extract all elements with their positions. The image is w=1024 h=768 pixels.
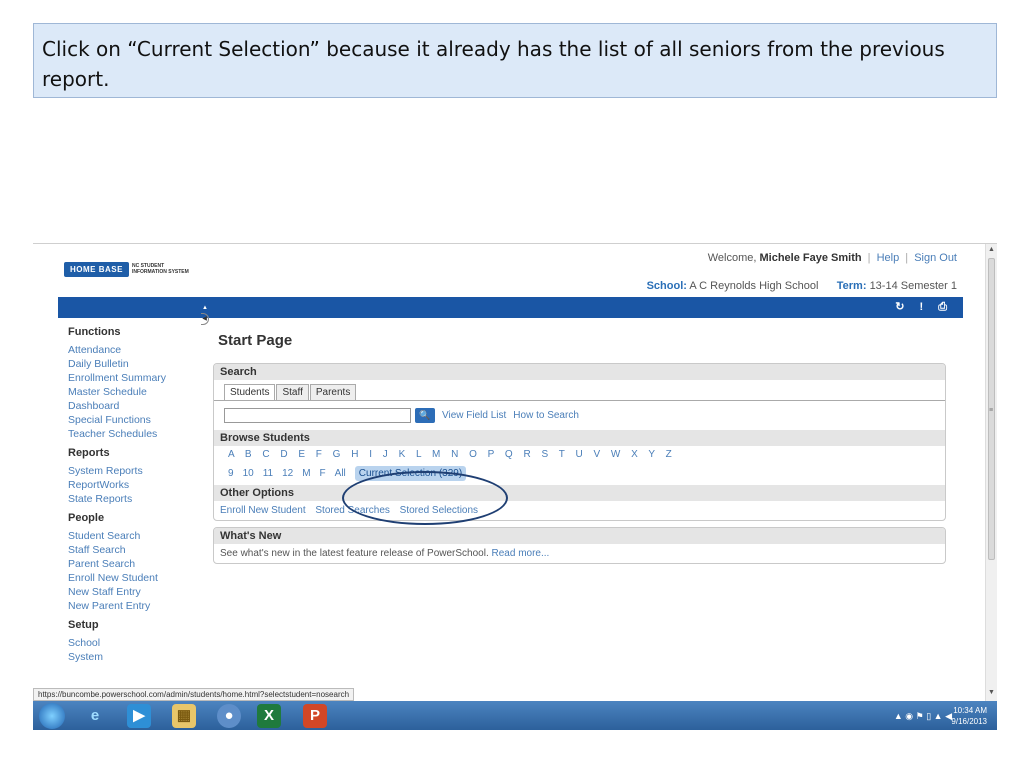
enroll-new-student-link[interactable]: Enroll New Student — [220, 505, 306, 516]
search-heading: Search — [214, 364, 945, 380]
setup-group: Setup School System — [68, 619, 218, 664]
instruction-caption: Click on “Current Selection” because it … — [33, 23, 997, 98]
sidebar-item-new-staff-entry[interactable]: New Staff Entry — [68, 585, 218, 599]
browser-screenshot: HOME BASE NC STUDENT INFORMATION SYSTEM … — [33, 243, 997, 730]
sidebar: Functions Attendance Daily Bulletin Enro… — [68, 326, 218, 670]
sidebar-item-school[interactable]: School — [68, 636, 218, 650]
other-options-links: Enroll New Student Stored Searches Store… — [214, 501, 945, 520]
scrollbar-grip-icon: ≡ — [989, 407, 994, 414]
scroll-down-icon[interactable]: ▼ — [988, 689, 995, 696]
sidebar-item-enrollment-summary[interactable]: Enrollment Summary — [68, 371, 218, 385]
school-term-line: School: A C Reynolds High School Term: 1… — [647, 280, 957, 292]
school-name[interactable]: A C Reynolds High School — [689, 280, 818, 292]
sidebar-item-parent-search[interactable]: Parent Search — [68, 557, 218, 571]
page-title: Start Page — [218, 332, 293, 349]
female-link[interactable]: F — [320, 468, 326, 479]
whats-new-panel: What's New See what's new in the latest … — [213, 527, 946, 564]
search-tabs: Students Staff Parents — [214, 384, 945, 401]
separator: | — [905, 252, 909, 264]
grade-11-link[interactable]: 11 — [263, 468, 273, 479]
sidebar-item-special-functions[interactable]: Special Functions — [68, 413, 218, 427]
reports-heading: Reports — [68, 447, 110, 459]
how-to-search-link[interactable]: How to Search — [513, 410, 579, 421]
scroll-up-icon[interactable]: ▲ — [988, 246, 995, 253]
sidebar-item-attendance[interactable]: Attendance — [68, 343, 218, 357]
sidebar-item-system[interactable]: System — [68, 650, 218, 664]
taskbar-clock[interactable]: 10:34 AM 9/16/2013 — [951, 705, 987, 727]
search-panel: Search Students Staff Parents 🔍 View Fie… — [213, 363, 946, 521]
collapse-up-icon[interactable]: ▲ — [201, 304, 209, 313]
whats-new-body: See what's new in the latest feature rel… — [214, 544, 945, 563]
sidebar-item-staff-search[interactable]: Staff Search — [68, 543, 218, 557]
separator: | — [867, 252, 871, 264]
tab-parents[interactable]: Parents — [309, 384, 357, 400]
clock-time: 10:34 AM — [953, 706, 987, 715]
sidebar-item-reportworks[interactable]: ReportWorks — [68, 478, 218, 492]
whats-new-text: See what's new in the latest feature rel… — [220, 548, 489, 559]
school-label: School: — [646, 280, 687, 292]
sidebar-item-student-search[interactable]: Student Search — [68, 529, 218, 543]
logo-subtitle: NC STUDENT INFORMATION SYSTEM — [131, 263, 189, 275]
functions-heading: Functions — [68, 326, 121, 338]
home-base-logo[interactable]: HOME BASE NC STUDENT INFORMATION SYSTEM — [64, 261, 196, 277]
setup-heading: Setup — [68, 619, 99, 631]
status-bar-url: https://buncombe.powerschool.com/admin/s… — [33, 688, 355, 701]
logo-brand: HOME BASE — [64, 261, 129, 277]
read-more-link[interactable]: Read more... — [492, 548, 550, 559]
all-link[interactable]: All — [335, 468, 346, 479]
vertical-scrollbar[interactable]: ▲ ≡ ▼ — [985, 244, 997, 701]
grade-12-link[interactable]: 12 — [282, 468, 293, 479]
reports-group: Reports System Reports ReportWorks State… — [68, 447, 218, 506]
sidebar-item-master-schedule[interactable]: Master Schedule — [68, 385, 218, 399]
sidebar-item-dashboard[interactable]: Dashboard — [68, 399, 218, 413]
media-player-icon[interactable]: ▶ — [127, 704, 151, 728]
whats-new-heading: What's New — [214, 528, 945, 544]
browse-grades: 9 10 11 12 M F All Current Selection (32… — [214, 463, 945, 485]
internet-explorer-icon[interactable]: e — [83, 704, 107, 728]
sidebar-item-system-reports[interactable]: System Reports — [68, 464, 218, 478]
main-content: Start Page Search Students Staff Parents… — [213, 328, 946, 570]
collapse-left-icon[interactable]: ◀ — [201, 313, 209, 325]
excel-icon[interactable]: X — [257, 704, 281, 728]
welcome-bar: Welcome, Michele Faye Smith | Help | Sig… — [708, 252, 957, 264]
sidebar-item-teacher-schedules[interactable]: Teacher Schedules — [68, 427, 218, 441]
other-options-heading: Other Options — [214, 485, 945, 501]
sidebar-item-state-reports[interactable]: State Reports — [68, 492, 218, 506]
file-explorer-icon[interactable]: ▦ — [172, 704, 196, 728]
student-search-input[interactable] — [224, 408, 411, 423]
tab-staff[interactable]: Staff — [276, 384, 309, 400]
term-label: Term: — [836, 280, 867, 292]
male-link[interactable]: M — [302, 468, 310, 479]
clock-date: 9/16/2013 — [951, 717, 987, 726]
sidebar-item-new-parent-entry[interactable]: New Parent Entry — [68, 599, 218, 613]
search-row: 🔍 View Field List How to Search — [214, 401, 945, 430]
view-field-list-link[interactable]: View Field List — [442, 410, 506, 421]
highlight-circle — [342, 471, 508, 525]
grade-9-link[interactable]: 9 — [228, 468, 234, 479]
browse-letters[interactable]: A B C D E F G H I J K L M N O P Q R S T … — [214, 446, 945, 463]
sidebar-item-daily-bulletin[interactable]: Daily Bulletin — [68, 357, 218, 371]
sign-out-link[interactable]: Sign Out — [914, 252, 957, 264]
welcome-prefix: Welcome, — [707, 252, 757, 264]
user-name: Michele Faye Smith — [759, 252, 862, 264]
start-button-icon[interactable] — [39, 703, 65, 729]
grade-10-link[interactable]: 10 — [243, 468, 254, 479]
term-value[interactable]: 13-14 Semester 1 — [870, 280, 957, 292]
people-group: People Student Search Staff Search Paren… — [68, 512, 218, 613]
system-tray-icons[interactable]: ▲ ◉ ⚑ ▯ ▲ ◀ — [894, 711, 952, 722]
search-icon[interactable]: 🔍 — [415, 408, 435, 423]
people-heading: People — [68, 512, 105, 524]
toolbar-icons[interactable]: ↻ ! ⎙ — [895, 300, 953, 314]
nav-bar: ↻ ! ⎙ — [58, 297, 963, 318]
functions-group: Functions Attendance Daily Bulletin Enro… — [68, 326, 218, 441]
chrome-icon[interactable]: ● — [217, 704, 241, 728]
windows-taskbar: e ▶ ▦ ● X P ▲ ◉ ⚑ ▯ ▲ ◀ 10:34 AM 9/16/20… — [33, 701, 997, 730]
powerpoint-icon[interactable]: P — [303, 704, 327, 728]
help-link[interactable]: Help — [877, 252, 900, 264]
tab-students[interactable]: Students — [224, 384, 276, 400]
browse-students-heading: Browse Students — [214, 430, 945, 446]
sidebar-item-enroll-new-student[interactable]: Enroll New Student — [68, 571, 218, 585]
